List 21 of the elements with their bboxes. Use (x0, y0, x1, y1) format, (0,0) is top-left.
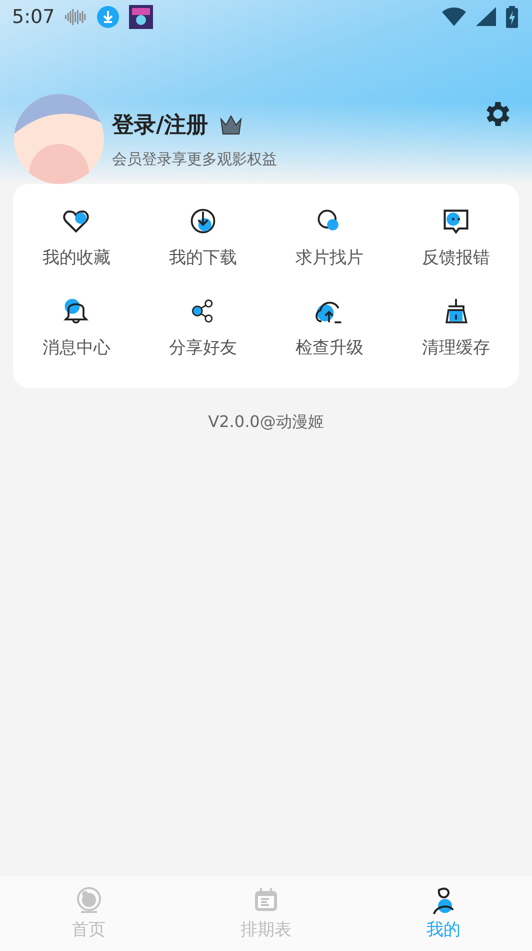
menu-item[interactable]: 反馈报错 (392, 198, 519, 288)
nav-icon (74, 886, 103, 916)
menu-item[interactable]: 我的收藏 (13, 198, 140, 288)
menu-item[interactable]: 消息中心 (13, 288, 140, 378)
status-time: 5:07 (12, 6, 55, 28)
menu-item[interactable]: 清理缓存 (392, 288, 519, 378)
crown-icon (220, 115, 242, 135)
menu-item[interactable]: 求片找片 (266, 198, 392, 288)
signal-icon (476, 7, 496, 27)
sound-wave-icon (64, 9, 87, 25)
menu-icon (61, 296, 92, 326)
download-icon (96, 6, 119, 28)
member-subtitle: 会员登录享更多观影权益 (112, 150, 277, 169)
battery-icon (506, 6, 518, 28)
version-text: V2.0.0@动漫姬 (208, 412, 324, 431)
menu-item[interactable]: 检查升级 (266, 288, 392, 378)
menu-item[interactable]: 分享好友 (140, 288, 266, 378)
wifi-icon (442, 7, 466, 27)
menu-item[interactable]: 我的下载 (140, 198, 266, 288)
app-thumbnail-icon (128, 5, 153, 29)
login-register-title[interactable]: 登录/注册 (112, 110, 208, 140)
